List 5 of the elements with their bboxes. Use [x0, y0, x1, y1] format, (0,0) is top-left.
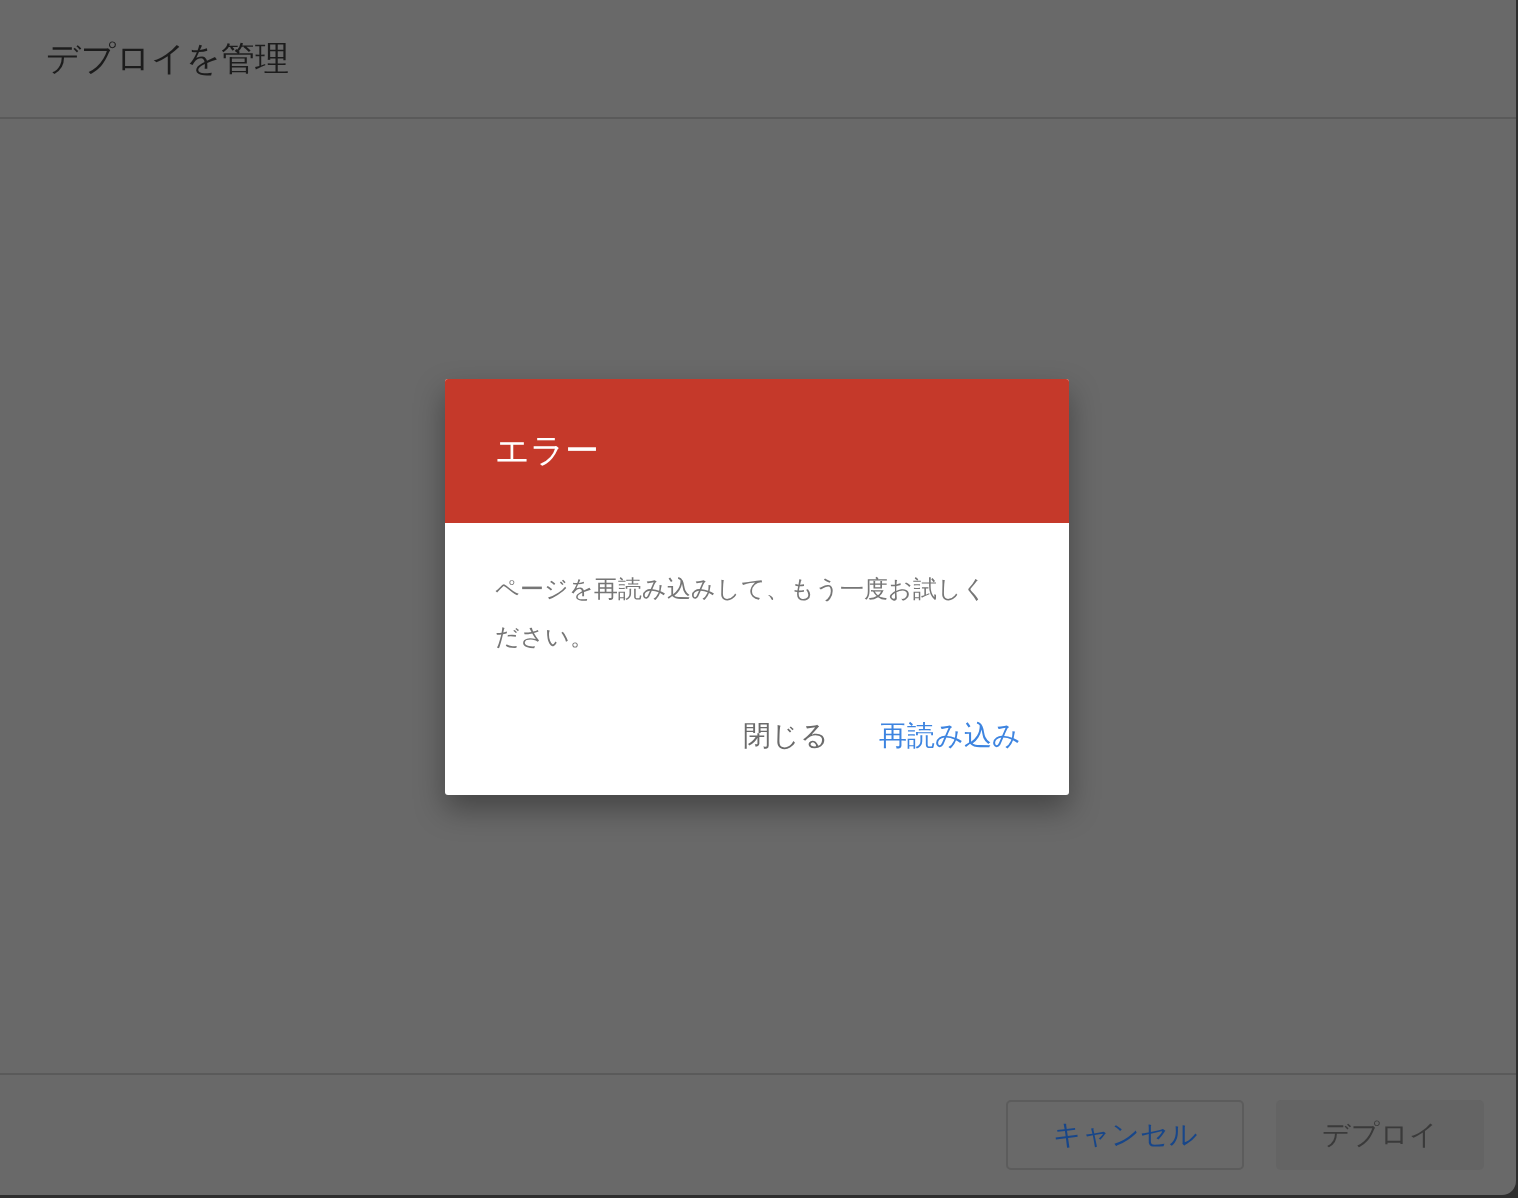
dialog-title: エラー: [495, 429, 599, 472]
close-button[interactable]: 閉じる: [729, 711, 843, 761]
window-title: デプロイを管理: [46, 36, 289, 80]
reload-button[interactable]: 再読み込み: [865, 711, 1035, 761]
error-message: ページを再読み込みして、もう一度お試しください。: [495, 574, 988, 653]
